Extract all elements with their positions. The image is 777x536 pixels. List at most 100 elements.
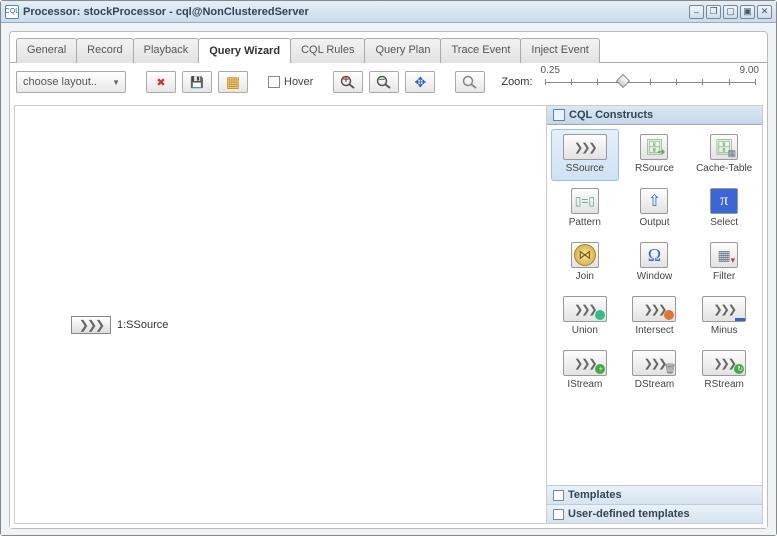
palette-item-label: IStream [567,379,602,390]
workspace: 1:SSource CQL Constructs SSource 🗄➜ RSourc… [14,105,763,524]
query-canvas[interactable]: 1:SSource [15,106,546,523]
tab-playback[interactable]: Playback [133,38,200,63]
canvas-node-label: 1:SSource [117,319,168,331]
palette-item-label: SSource [566,163,604,174]
zoom-in-button[interactable]: + [333,71,363,93]
tab-general[interactable]: General [16,38,77,63]
window-buttons: – ❐ ▢ ▣ ✕ [689,5,772,19]
layout-selector[interactable]: choose layout.. [16,71,126,93]
tab-trace-event[interactable]: Trace Event [440,38,521,63]
chev-r-icon: ↻ [702,350,746,376]
palette: CQL Constructs SSource 🗄➜ RSource 🗄▦ Cache-T… [546,106,762,523]
palette-item-label: DStream [635,379,674,390]
tab-query-wizard[interactable]: Query Wizard [198,38,291,63]
palette-item-output[interactable]: ⇧ Output [621,183,689,235]
tab-body: choose layout.. ✖ 💾 ▦ Hover + − ✥ [10,62,767,528]
chev-intersect-icon [632,296,676,322]
palette-item-select[interactable]: π Select [690,183,758,235]
join-icon: ⋈ [571,242,599,268]
omega-icon: Ω [640,242,668,268]
templates-label: Templates [568,489,622,501]
maximize-button[interactable]: ▣ [740,5,755,19]
user-templates-icon [553,509,564,520]
palette-item-label: Output [639,217,669,228]
delete-button[interactable]: ✖ [146,71,176,93]
palette-item-label: Union [572,325,598,336]
ssource-icon [71,316,111,334]
tab-record[interactable]: Record [76,38,133,63]
main-panel: GeneralRecordPlaybackQuery WizardCQL Rul… [9,31,768,529]
palette-item-join[interactable]: ⋈ Join [551,237,619,289]
tab-bar: GeneralRecordPlaybackQuery WizardCQL Rul… [10,32,767,63]
palette-item-ssource[interactable]: SSource [551,129,619,181]
palette-item-dstream[interactable]: 🗑DStream [621,345,689,397]
pi-icon: π [710,188,738,214]
tab-query-plan[interactable]: Query Plan [364,38,441,63]
chev-minus-icon [702,296,746,322]
palette-grid: SSource 🗄➜ RSource 🗄▦ Cache-Table ▯=▯ Pattern ⇧… [547,125,762,401]
palette-header-constructs[interactable]: CQL Constructs [547,106,762,125]
svg-text:−: − [379,75,385,86]
zoom-max-label: 9.00 [740,65,759,76]
pattern-icon: ▯=▯ [571,188,599,214]
palette-item-label: Cache-Table [696,163,752,174]
chev-union-icon [563,296,607,322]
palette-item-label: RStream [704,379,743,390]
constructs-icon [553,109,565,121]
content-area: GeneralRecordPlaybackQuery WizardCQL Rul… [1,23,776,535]
close-button[interactable]: ✕ [757,5,772,19]
fit-button[interactable]: ✥ [405,71,435,93]
palette-item-label: RSource [635,163,674,174]
restore-button[interactable]: ▢ [723,5,738,19]
hover-checkbox-label: Hover [284,76,313,88]
output-icon: ⇧ [640,188,668,214]
minimize-button[interactable]: – [689,5,704,19]
tab-inject-event[interactable]: Inject Event [520,38,599,63]
palette-item-rsource[interactable]: 🗄➜ RSource [621,129,689,181]
palette-item-label: Select [710,217,738,228]
filter-icon: ▦▾ [710,242,738,268]
palette-item-istream[interactable]: +IStream [551,345,619,397]
palette-item-pattern[interactable]: ▯=▯ Pattern [551,183,619,235]
palette-item-label: Filter [713,271,735,282]
grid-button[interactable]: ▦ [218,71,248,93]
palette-item-intersect[interactable]: Intersect [621,291,689,343]
palette-section-templates[interactable]: Templates [547,485,762,504]
user-templates-label: User-defined templates [568,508,690,520]
layout-selector-label: choose layout.. [23,76,97,88]
palette-item-rstream[interactable]: ↻ RStream [690,345,758,397]
window-title: Processor: stockProcessor - cql@NonClust… [23,6,689,18]
palette-item-label: Join [576,271,594,282]
tab-cql-rules[interactable]: CQL Rules [290,38,365,63]
title-bar: CQL Processor: stockProcessor - cql@NonC… [1,1,776,23]
hover-checkbox[interactable]: Hover [268,76,313,88]
hover-checkbox-box[interactable] [268,76,280,88]
toolbar: choose layout.. ✖ 💾 ▦ Hover + − ✥ [10,63,767,101]
app-icon: CQL [5,5,19,19]
palette-item-union[interactable]: Union [551,291,619,343]
templates-icon [553,490,564,501]
zoom-out-button[interactable]: − [369,71,399,93]
palette-item-label: Window [637,271,673,282]
restore-down-button[interactable]: ❐ [706,5,721,19]
palette-item-label: Minus [711,325,738,336]
palette-section-user-templates[interactable]: User-defined templates [547,504,762,523]
db-right-icon: 🗄➜ [640,134,668,160]
palette-item-label: Intersect [635,325,673,336]
zoom-slider[interactable]: 0.25 9.00 [545,71,755,93]
palette-footer: Templates User-defined templates [547,485,762,523]
svg-text:+: + [343,75,349,86]
palette-item-cache-table[interactable]: 🗄▦ Cache-Table [690,129,758,181]
palette-header-label: CQL Constructs [569,109,653,121]
zoom-min-label: 0.25 [541,65,560,76]
zoom-label: Zoom: [501,76,532,88]
zoom-slider-thumb[interactable] [616,74,630,88]
palette-item-filter[interactable]: ▦▾ Filter [690,237,758,289]
save-button[interactable]: 💾 [182,71,212,93]
palette-item-label: Pattern [569,217,601,228]
palette-item-minus[interactable]: Minus [690,291,758,343]
canvas-node-ssource1[interactable]: 1:SSource [71,316,168,334]
palette-item-window[interactable]: Ω Window [621,237,689,289]
db-table-icon: 🗄▦ [710,134,738,160]
search-button[interactable] [455,71,485,93]
